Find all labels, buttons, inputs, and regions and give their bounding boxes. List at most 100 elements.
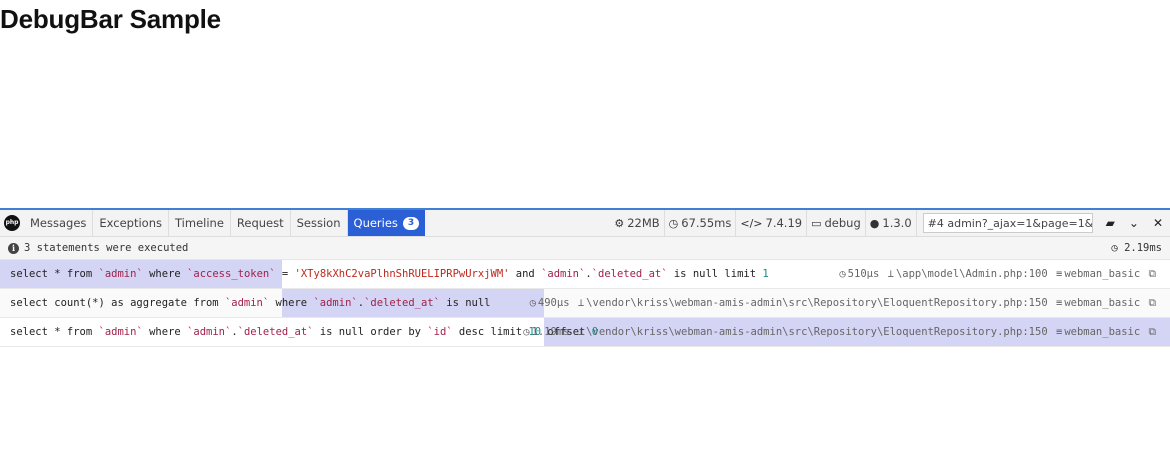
query-connection: webman_basic — [1064, 297, 1141, 309]
env-value: debug — [824, 216, 861, 230]
sql-part: where — [269, 297, 314, 309]
summary-text: 3 statements were executed — [24, 242, 189, 254]
debugbar-header: php Messages Exceptions Timeline Request… — [0, 210, 1170, 237]
sql-part: `deleted_at` — [237, 326, 314, 338]
sql-part: desc limit — [452, 326, 529, 338]
query-row[interactable]: select * from `admin` where `admin`.`del… — [0, 318, 1170, 347]
sql-part: `access_token` — [187, 268, 276, 280]
sql-part: 'XTy8kXhC2vaPlhnShRUELIPRPwUrxjWM' — [294, 268, 510, 280]
sql-part: where — [142, 326, 188, 338]
summary-right: ◷ 2.19ms — [1111, 242, 1162, 254]
clock-icon: ◷ — [1111, 242, 1125, 254]
tab-session[interactable]: Session — [291, 210, 348, 236]
tab-label: Timeline — [175, 216, 224, 230]
request-select[interactable]: #4 admin?_ajax=1&page=1&pe⌄ — [922, 213, 1093, 233]
code-icon: </> — [740, 216, 763, 230]
query-duration: 490μs — [537, 297, 570, 309]
clock-icon: ◷ — [668, 216, 679, 230]
queries-summary: i 3 statements were executed ◷ 2.19ms — [0, 237, 1170, 260]
tab-label: Request — [236, 216, 284, 230]
sql-part: `admin` — [187, 326, 232, 338]
database-icon: ≡ — [1055, 268, 1063, 280]
sql-part: is null — [439, 297, 491, 309]
query-duration: 1.19ms — [531, 326, 570, 338]
debugbar: php Messages Exceptions Timeline Request… — [0, 208, 1170, 347]
sql-part: `deleted_at` — [591, 268, 668, 280]
thumbtack-icon: ⊥ — [577, 297, 585, 309]
sql-part: is null limit — [667, 268, 763, 280]
queries-count-badge: 3 — [402, 216, 420, 230]
sql-part: `deleted_at` — [364, 297, 440, 309]
query-source: \vendor\kriss\webman-amis-admin\src\Repo… — [586, 297, 1048, 309]
sql-part: `admin` — [313, 297, 358, 309]
tab-request[interactable]: Request — [231, 210, 291, 236]
summary-left: i 3 statements were executed — [8, 242, 188, 254]
query-sql: select count(*) as aggregate from `admin… — [10, 289, 491, 317]
tab-label: Exceptions — [99, 216, 162, 230]
tab-label: Queries — [353, 216, 398, 230]
request-select-value: #4 admin?_ajax=1&page=1&pe — [927, 216, 1093, 230]
copy-icon[interactable]: ⧉ — [1149, 297, 1157, 309]
time-value: 67.55ms — [681, 216, 732, 230]
sql-part: select * from — [10, 268, 99, 280]
query-duration: 510μs — [847, 268, 880, 280]
sql-part: and — [509, 268, 542, 280]
cogs-icon: ⚙ — [614, 216, 625, 230]
query-row[interactable]: select count(*) as aggregate from `admin… — [0, 289, 1170, 318]
sql-part: select count(*) as aggregate from — [10, 297, 225, 309]
php-logo[interactable]: php — [0, 210, 24, 236]
folder-open-icon[interactable]: ▰ — [1099, 216, 1122, 230]
query-connection: webman_basic — [1064, 326, 1141, 338]
sql-part: `id` — [427, 326, 453, 338]
desktop-icon: ▭ — [811, 216, 822, 230]
tab-timeline[interactable]: Timeline — [169, 210, 231, 236]
clock-icon: ◷ — [523, 326, 530, 338]
tab-label: Messages — [30, 216, 87, 230]
php-logo-text: php — [4, 215, 20, 231]
sql-part: select * from — [10, 326, 99, 338]
sql-part: = — [275, 268, 295, 280]
tab-messages[interactable]: Messages — [24, 210, 94, 236]
minimize-chevron-icon[interactable]: ⌄ — [1122, 216, 1146, 230]
clock-icon: ◷ — [529, 297, 536, 309]
sql-part: 1 — [762, 268, 769, 280]
query-meta: ◷ 490μs ⊥ \vendor\kriss\webman-amis-admin\… — [528, 289, 1158, 317]
tab-queries[interactable]: Queries 3 — [347, 210, 426, 236]
version-indicator[interactable]: ● 1.3.0 — [866, 210, 917, 236]
memory-indicator[interactable]: ⚙ 22MB — [610, 210, 665, 236]
page-title: DebugBar Sample — [0, 4, 221, 34]
query-source: \app\model\Admin.php:100 — [895, 268, 1048, 280]
database-icon: ≡ — [1055, 297, 1063, 309]
thumbtack-icon: ⊥ — [887, 268, 894, 280]
php-version-value: 7.4.19 — [765, 216, 803, 230]
version-value: 1.3.0 — [882, 216, 912, 230]
sql-part: `admin` — [98, 268, 143, 280]
php-version-indicator: </> 7.4.19 — [736, 210, 808, 236]
sql-part: is null order by — [313, 326, 428, 338]
info-icon: i — [8, 243, 19, 254]
time-indicator[interactable]: ◷ 67.55ms — [665, 210, 737, 236]
query-meta: ◷ 1.19ms ⊥ \vendor\kriss\webman-amis-admin… — [521, 318, 1158, 346]
query-source: \vendor\kriss\webman-amis-admin\src\Repo… — [586, 326, 1048, 338]
memory-value: 22MB — [627, 216, 660, 230]
copy-icon[interactable]: ⧉ — [1149, 268, 1157, 280]
env-indicator: ▭ debug — [807, 210, 866, 236]
copy-icon[interactable]: ⧉ — [1149, 326, 1157, 338]
query-row[interactable]: select * from `admin` where `access_toke… — [0, 260, 1170, 289]
sql-part: `admin` — [224, 297, 270, 309]
summary-duration: 2.19ms — [1124, 242, 1162, 254]
query-meta: ◷ 510μs ⊥ \app\model\Admin.php:100 ≡ webman… — [837, 260, 1158, 288]
tab-label: Session — [296, 216, 341, 230]
sql-part: `admin` — [98, 326, 143, 338]
query-sql: select * from `admin` where `admin`.`del… — [10, 318, 598, 346]
sql-part: `admin` — [541, 268, 586, 280]
tab-exceptions[interactable]: Exceptions — [93, 210, 169, 236]
query-sql: select * from `admin` where `access_toke… — [10, 260, 769, 288]
close-icon[interactable]: ✕ — [1146, 216, 1170, 230]
github-icon: ● — [869, 216, 880, 230]
clock-icon: ◷ — [839, 268, 846, 280]
indicators: ⚙ 22MB ◷ 67.55ms </> 7.4.19 ▭ debug ● 1.3.0 #… — [610, 210, 1170, 236]
sql-part: where — [142, 268, 188, 280]
database-icon: ≡ — [1055, 326, 1063, 338]
thumbtack-icon: ⊥ — [577, 326, 585, 338]
